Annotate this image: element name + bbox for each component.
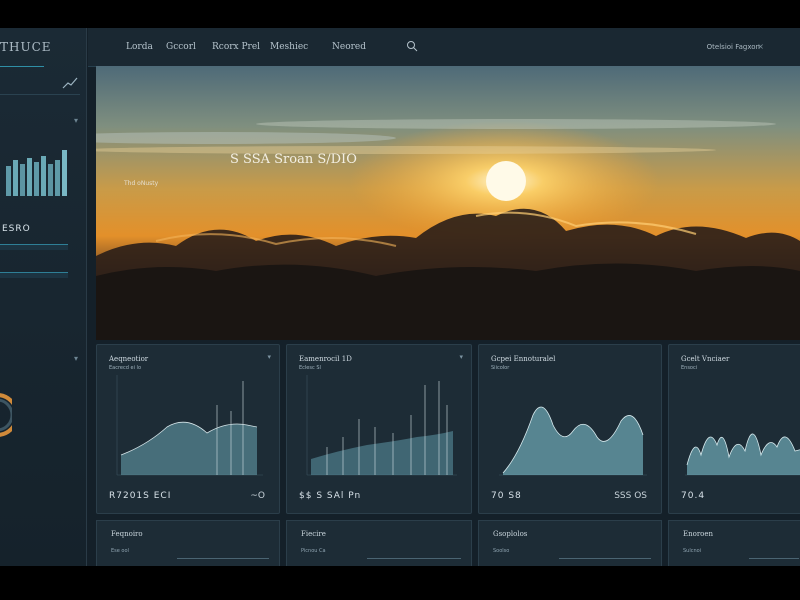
app-window: THUCE ▾ ESRO ▾ Lorda Gccorl Rcorx Prel M…: [0, 28, 800, 566]
card-subtitle: Ensoci: [681, 365, 698, 371]
chevron-down-icon[interactable]: ▾: [267, 353, 271, 361]
hero-title: S SSA Sroan S/DIO: [230, 152, 357, 167]
card-divider: [559, 558, 651, 559]
card-title: Feqnoiro: [111, 530, 143, 538]
card-subtitle: Ese ool: [111, 548, 129, 554]
user-name[interactable]: Otelsioi Fagxon: [707, 43, 760, 51]
hero-subtitle: Thd oNusty: [124, 180, 159, 187]
card-title: Gcpei Ennoturalel: [491, 355, 556, 363]
card-title: Fiecire: [301, 530, 326, 538]
card-area-chart: [499, 406, 647, 476]
chevron-down-icon[interactable]: ▾: [74, 354, 78, 363]
hero-banner: S SSA Sroan S/DIO Thd oNusty: [96, 66, 800, 340]
card-value: 70.4: [681, 491, 706, 501]
search-icon[interactable]: [406, 40, 418, 52]
brand-logo: THUCE: [0, 40, 52, 54]
nav-item[interactable]: Lorda: [126, 42, 153, 52]
metric-card[interactable]: Gcpei Ennoturalel Siicolor 70 S8 SSS OS: [478, 344, 662, 514]
card-value: $$ S SAl Pn: [299, 491, 362, 501]
summary-card[interactable]: Feqnoiro Ese ool: [96, 520, 280, 566]
summary-card[interactable]: Fiecire Picnou Ca: [286, 520, 472, 566]
card-area-chart: [116, 375, 263, 476]
card-subtitle: Soolso: [493, 548, 510, 554]
sidebar-section-label: ESRO: [2, 224, 31, 234]
sidebar-divider: [0, 66, 44, 67]
nav-item[interactable]: Rcorx Prel: [212, 42, 260, 52]
sunset-image: [96, 66, 800, 340]
summary-card[interactable]: Gsoplolos Soolso: [478, 520, 662, 566]
card-title: Enoroen: [683, 530, 714, 538]
sidebar-slider[interactable]: [0, 244, 68, 250]
metric-card[interactable]: Eamenrocil 1D Eclesc Sl ▾ $$ S SAl Pn: [286, 344, 472, 514]
card-subtitle: Siicolor: [491, 365, 510, 371]
card-subtitle: Sulcnoi: [683, 548, 702, 554]
card-title: Gcelt Vnciaer: [681, 355, 730, 363]
sidebar-divider: [0, 94, 80, 95]
card-area-chart: [685, 433, 800, 476]
card-area-chart: [306, 375, 457, 476]
card-divider: [367, 558, 461, 559]
card-subtitle: Eclesc Sl: [299, 365, 321, 371]
card-value-secondary: ~O: [250, 491, 265, 501]
card-value: R7201S ECI: [109, 491, 172, 501]
top-navigation-bar: Lorda Gccorl Rcorx Prel Meshiec Neored O…: [88, 28, 800, 67]
summary-card[interactable]: Enoroen Sulcnoi: [668, 520, 800, 566]
chevron-down-icon[interactable]: ▾: [74, 116, 78, 125]
sidebar: THUCE ▾ ESRO ▾: [0, 28, 87, 566]
card-title: Aeqneotior: [109, 355, 149, 363]
card-subtitle: Eacrecd ei lo: [109, 365, 142, 371]
gauge-icon: [0, 393, 12, 437]
card-subtitle: Picnou Ca: [301, 548, 326, 554]
card-value-secondary: SSS OS: [614, 491, 647, 501]
metric-card[interactable]: Gcelt Vnciaer Ensoci 70.4: [668, 344, 800, 514]
metric-card[interactable]: Aeqneotior Eacrecd ei lo ▾ R7201S ECI ~O: [96, 344, 280, 514]
nav-item[interactable]: Meshiec: [270, 42, 308, 52]
nav-item[interactable]: Gccorl: [166, 42, 196, 52]
card-divider: [177, 558, 269, 559]
sidebar-mini-chart: [6, 150, 67, 196]
sidebar-slider[interactable]: [0, 272, 68, 278]
card-value: 70 S8: [491, 491, 522, 501]
close-icon[interactable]: ×: [757, 42, 764, 51]
card-divider: [749, 558, 799, 559]
card-title: Eamenrocil 1D: [299, 355, 352, 363]
nav-item[interactable]: Neored: [332, 42, 366, 52]
trend-icon: [62, 77, 78, 89]
card-title: Gsoplolos: [493, 530, 528, 538]
chevron-down-icon[interactable]: ▾: [459, 353, 463, 361]
